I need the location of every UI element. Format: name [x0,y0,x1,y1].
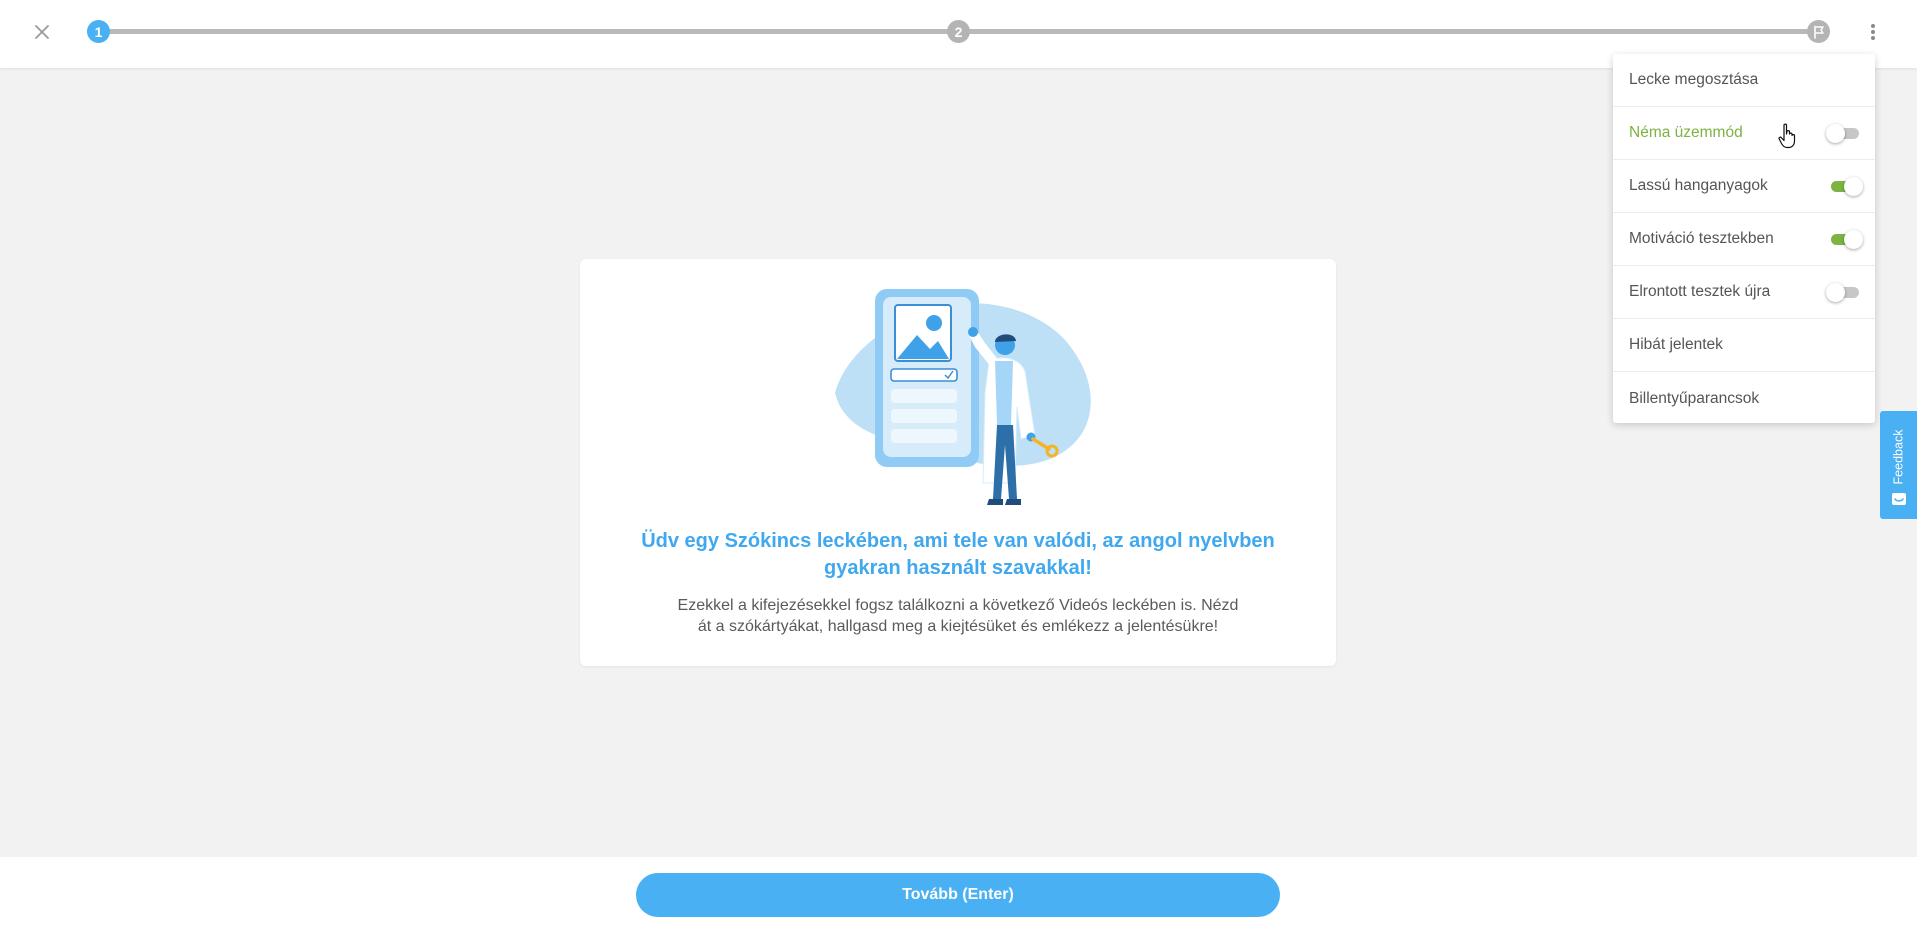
menu-item-retry-failed-tests[interactable]: Elrontott tesztek újra [1613,266,1875,319]
progress-step-1: 1 [87,20,110,43]
feedback-label: Feedback [1891,429,1905,485]
card-title: Üdv egy Szókincs leckében, ami tele van … [641,530,1275,579]
menu-item-label: Motiváció tesztekben [1629,230,1774,247]
menu-item-label: Lecke megosztása [1629,71,1759,88]
more-options-icon[interactable] [1861,18,1885,46]
hand-cursor-icon [1778,123,1796,149]
slow-audio-toggle[interactable] [1829,177,1863,196]
progress-step-2: 2 [947,20,970,43]
next-button[interactable]: Tovább (Enter) [636,873,1280,917]
menu-item-share-lesson[interactable]: Lecke megosztása [1613,54,1875,107]
retry-failed-toggle[interactable] [1826,283,1861,302]
silent-mode-toggle[interactable] [1826,124,1861,143]
menu-item-slow-audio[interactable]: Lassú hanganyagok [1613,160,1875,213]
motivation-toggle[interactable] [1829,230,1863,249]
card-description: Ezekkel a kifejezésekkel fogsz találkozn… [677,597,1239,635]
bottom-bar: Tovább (Enter) [0,857,1917,929]
menu-item-report-error[interactable]: Hibát jelentek [1613,319,1875,372]
menu-item-keyboard-shortcuts[interactable]: Billentyűparancsok [1613,372,1875,425]
lesson-intro-card: Üdv egy Szókincs leckében, ami tele van … [580,259,1336,666]
feedback-tab[interactable]: Feedback [1880,411,1917,519]
menu-item-silent-mode[interactable]: Néma üzemmód [1613,107,1875,160]
menu-item-label: Néma üzemmód [1629,124,1743,141]
lesson-illustration [835,289,1091,505]
options-menu: Lecke megosztása Néma üzemmód Lassú hang… [1613,54,1875,423]
menu-item-label: Billentyűparancsok [1629,389,1760,407]
close-icon[interactable] [30,20,54,44]
menu-item-motivation-in-tests[interactable]: Motiváció tesztekben [1613,213,1875,266]
menu-item-label: Lassú hanganyagok [1629,177,1768,194]
feedback-icon [1892,493,1906,505]
menu-item-label: Hibát jelentek [1629,336,1723,353]
menu-item-label: Elrontott tesztek újra [1629,283,1771,300]
flag-icon [1807,20,1830,43]
